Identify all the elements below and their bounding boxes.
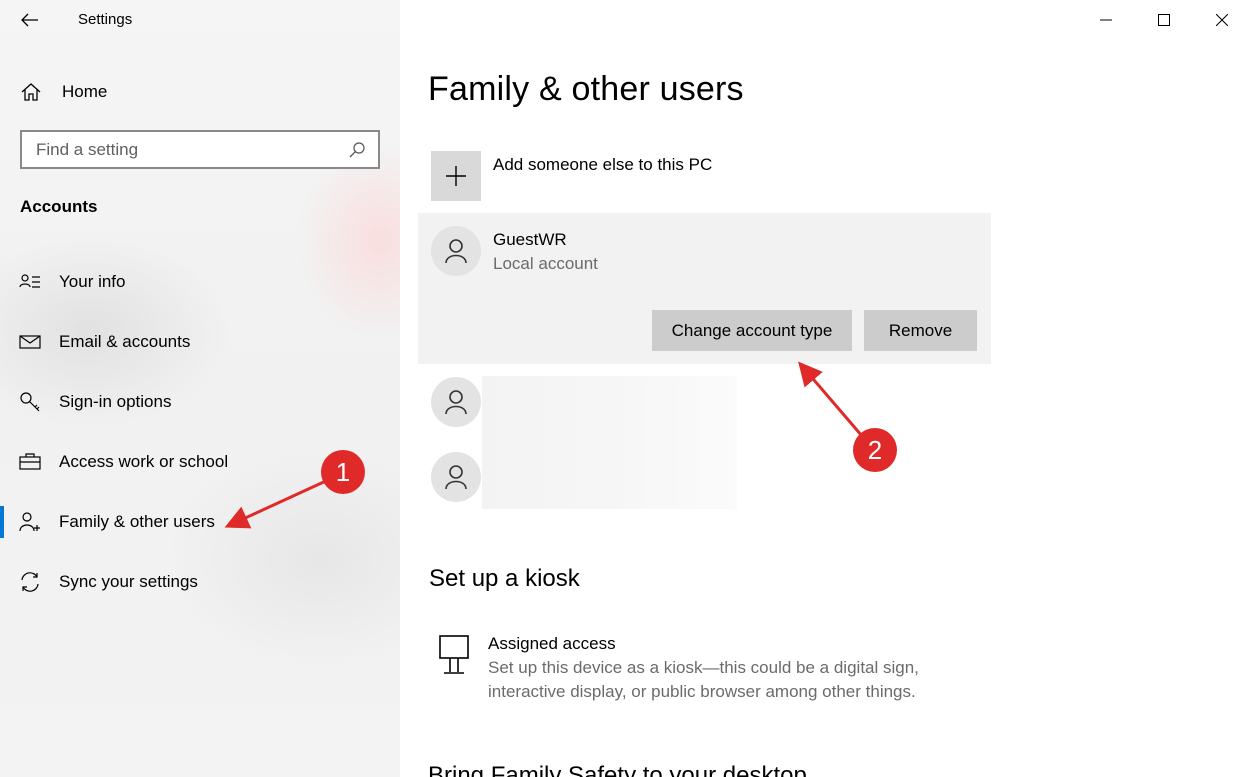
person-icon: [445, 390, 467, 415]
sidebar-item-your-info[interactable]: Your info: [0, 252, 400, 312]
search-box[interactable]: [20, 130, 380, 169]
minimize-button[interactable]: [1077, 0, 1135, 40]
contact-card-icon: [18, 270, 42, 294]
sidebar-item-label: Email & accounts: [59, 332, 191, 351]
person-icon: [445, 239, 467, 264]
avatar: [431, 226, 481, 276]
back-button[interactable]: [14, 6, 46, 34]
sync-icon: [18, 570, 42, 594]
sidebar-item-label: Your info: [59, 272, 126, 291]
sidebar-item-label: Family & other users: [59, 512, 215, 531]
add-person-icon: [18, 510, 42, 534]
active-indicator: [0, 506, 4, 538]
user-account-type: Local account: [493, 254, 598, 273]
main-content: Family & other users Add someone else to…: [400, 0, 1251, 777]
person-icon: [445, 465, 467, 490]
sidebar-item-label: Home: [62, 82, 108, 101]
assigned-access-item[interactable]: Assigned access Set up this device as a …: [436, 632, 958, 704]
sidebar: Settings Home Accounts: [0, 0, 400, 777]
window-controls: [1077, 0, 1251, 40]
maximize-button[interactable]: [1135, 0, 1193, 40]
minimize-icon: [1100, 19, 1112, 21]
kiosk-icon: [439, 635, 469, 674]
change-account-type-button[interactable]: Change account type: [652, 310, 852, 351]
back-arrow-icon: [21, 13, 38, 27]
avatar: [431, 452, 481, 502]
kiosk-section-title: Set up a kiosk: [429, 565, 580, 592]
add-user-label: Add someone else to this PC: [493, 155, 713, 174]
sidebar-item-family-other-users[interactable]: Family & other users: [0, 492, 400, 552]
avatar: [431, 377, 481, 427]
search-icon[interactable]: [348, 141, 366, 159]
search-input[interactable]: [36, 139, 348, 160]
sidebar-item-sync-settings[interactable]: Sync your settings: [0, 552, 400, 612]
settings-window: Settings Home Accounts: [0, 0, 1251, 777]
assigned-access-title: Assigned access: [488, 634, 616, 653]
briefcase-icon: [18, 450, 42, 474]
app-title: Settings: [78, 11, 133, 28]
redacted-user-info: [482, 376, 737, 509]
sidebar-item-access-work[interactable]: Access work or school: [0, 432, 400, 492]
maximize-icon: [1158, 14, 1170, 26]
key-icon: [18, 390, 42, 414]
sidebar-item-label: Sync your settings: [59, 572, 198, 591]
add-user-button[interactable]: Add someone else to this PC: [431, 151, 712, 201]
sidebar-item-sign-in-options[interactable]: Sign-in options: [0, 372, 400, 432]
user-list-item[interactable]: [431, 377, 481, 427]
close-button[interactable]: [1193, 0, 1251, 40]
section-title: Accounts: [20, 197, 98, 216]
user-list-item[interactable]: [431, 452, 481, 502]
sidebar-item-label: Sign-in options: [59, 392, 172, 411]
page-title: Family & other users: [428, 70, 744, 108]
sidebar-item-email-accounts[interactable]: Email & accounts: [0, 312, 400, 372]
remove-button[interactable]: Remove: [864, 310, 977, 351]
family-safety-heading: Bring Family Safety to your desktop: [428, 762, 807, 777]
sidebar-item-label: Access work or school: [59, 452, 229, 471]
sidebar-item-home[interactable]: Home: [0, 70, 400, 114]
sidebar-nav: Your info Email & accounts Sign-in optio…: [0, 252, 400, 612]
home-icon: [21, 83, 41, 101]
mail-icon: [18, 330, 42, 354]
close-icon: [1216, 14, 1228, 26]
selected-user-card[interactable]: GuestWR Local account Change account typ…: [418, 213, 991, 364]
assigned-access-description: Set up this device as a kiosk—this could…: [488, 658, 919, 701]
plus-icon: [446, 166, 466, 186]
user-name: GuestWR: [493, 230, 567, 249]
add-tile: [431, 151, 481, 201]
